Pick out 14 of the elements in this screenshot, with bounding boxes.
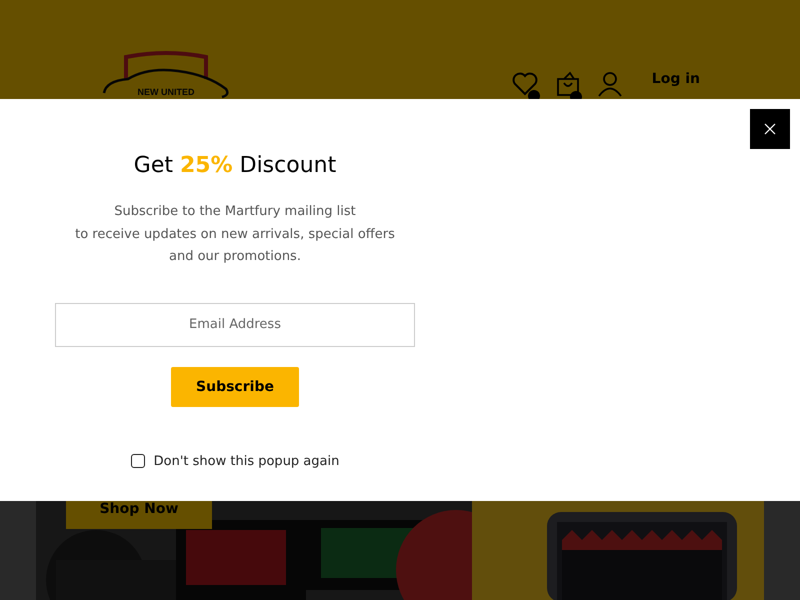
shopping-bag-icon[interactable]	[556, 71, 580, 97]
close-button[interactable]	[750, 109, 790, 149]
logo-text: NEW UNITED	[138, 87, 194, 97]
popup-description: Subscribe to the Martfury mailing list to receive updates on new arrivals, special offers and our promotions.	[75, 203, 395, 266]
popup-title: Get 25% Discount	[134, 152, 336, 180]
user-icon[interactable]	[598, 71, 622, 97]
login-link[interactable]: Log in	[652, 71, 700, 87]
logo[interactable]: NEW UNITED	[98, 49, 234, 97]
email-field[interactable]: Email Address	[55, 302, 415, 346]
checkbox-label[interactable]: Don't show this popup again	[154, 454, 340, 468]
close-icon	[764, 123, 776, 135]
checkbox[interactable]	[130, 454, 145, 468]
heart-icon[interactable]	[512, 72, 538, 96]
subscribe-button[interactable]: Subscribe	[171, 366, 299, 406]
